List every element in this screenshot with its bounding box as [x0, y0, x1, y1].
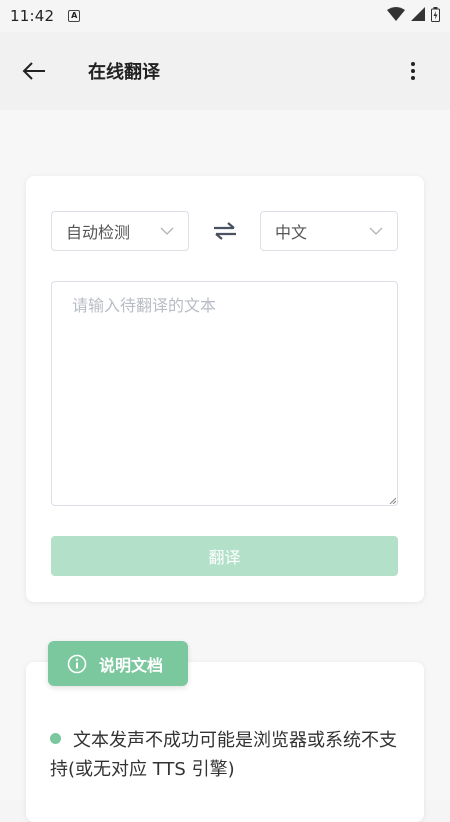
- target-language-value: 中文: [275, 223, 308, 242]
- swap-languages-button[interactable]: [212, 218, 238, 244]
- source-language-select[interactable]: 自动检测: [51, 211, 189, 251]
- status-time: 11:42: [10, 7, 55, 25]
- note-text: 文本发声不成功可能是浏览器或系统不支持(或无对应 TTS 引擎): [50, 730, 397, 780]
- status-bar: 11:42 A: [0, 0, 450, 32]
- status-icons: [387, 6, 440, 26]
- battery-icon: [431, 6, 440, 26]
- more-vertical-icon: [411, 62, 415, 80]
- more-options-button[interactable]: [398, 51, 428, 91]
- docs-badge: 说明文档: [48, 641, 188, 686]
- signal-icon: [411, 7, 425, 25]
- list-item: 文本发声不成功可能是浏览器或系统不支持(或无对应 TTS 引擎): [50, 726, 400, 784]
- resize-handle-icon[interactable]: [388, 496, 396, 504]
- translate-card: 自动检测 中文 翻译: [26, 176, 424, 602]
- chevron-down-icon: [160, 227, 174, 235]
- source-language-value: 自动检测: [66, 223, 131, 242]
- wifi-icon: [387, 7, 405, 25]
- source-text-input[interactable]: [51, 281, 398, 506]
- translate-button[interactable]: 翻译: [51, 536, 398, 576]
- app-bar: 在线翻译: [0, 32, 450, 110]
- accessibility-notification-icon: A: [68, 10, 81, 22]
- info-circle-icon: [67, 654, 87, 674]
- page-title: 在线翻译: [88, 62, 160, 83]
- docs-badge-label: 说明文档: [99, 655, 164, 675]
- arrow-left-icon: [22, 62, 45, 80]
- bullet-dot: [50, 733, 61, 744]
- target-language-select[interactable]: 中文: [260, 211, 398, 251]
- back-button[interactable]: [22, 51, 62, 91]
- chevron-down-icon: [369, 227, 383, 235]
- swap-arrows-icon: [214, 222, 236, 240]
